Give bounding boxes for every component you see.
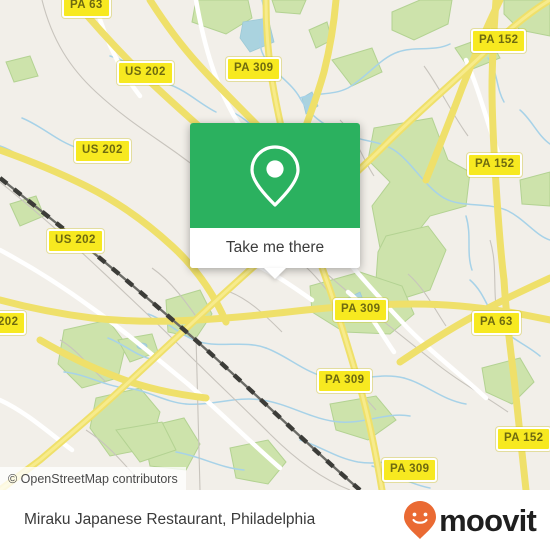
attribution-text: © OpenStreetMap contributors [8, 471, 178, 486]
map-canvas[interactable]: PA 63 US 202 PA 309 PA 152 US 202 PA 152 US 20… [0, 0, 550, 490]
highway-shield-us-202-west: US 202 [74, 139, 131, 163]
highway-shield-pa-152-east: PA 152 [467, 153, 523, 177]
highway-shield-pa-309-south: PA 309 [317, 369, 373, 393]
map-attribution[interactable]: © OpenStreetMap contributors [0, 467, 186, 490]
highway-shield-pa-63-north: PA 63 [62, 0, 111, 18]
highway-shield-pa-152-southeast: PA 152 [496, 427, 550, 451]
moovit-pin-smiley-icon [404, 501, 437, 539]
moovit-map-screen: PA 63 US 202 PA 309 PA 152 US 202 PA 152 US 20… [0, 0, 550, 550]
popup-header [190, 123, 360, 228]
popup-pointer [264, 268, 286, 279]
popup-action-row[interactable]: Take me there [190, 228, 360, 279]
highway-shield-pa-309-center: PA 309 [333, 298, 389, 322]
map-pin-icon [250, 144, 300, 207]
moovit-wordmark: moovit [439, 502, 537, 538]
highway-shield-pa-63-east: PA 63 [472, 311, 521, 335]
highway-shield-pa-309-north: PA 309 [226, 57, 282, 81]
take-me-there-label: Take me there [225, 239, 325, 256]
highway-shield-us-202-edge: 202 [0, 311, 27, 335]
highway-shield-pa-309-bottom: PA 309 [382, 458, 438, 482]
highway-shield-pa-152-northeast: PA 152 [471, 29, 527, 53]
highway-shield-us-202-southwest: US 202 [47, 229, 104, 253]
highway-shield-us-202-north: US 202 [117, 61, 174, 85]
footer-bar: Miraku Japanese Restaurant, Philadelphia… [0, 490, 550, 550]
take-me-there-popup[interactable]: Take me there [190, 123, 360, 279]
moovit-brand[interactable]: moovit [403, 500, 537, 540]
place-title: Miraku Japanese Restaurant, Philadelphia [24, 511, 316, 528]
